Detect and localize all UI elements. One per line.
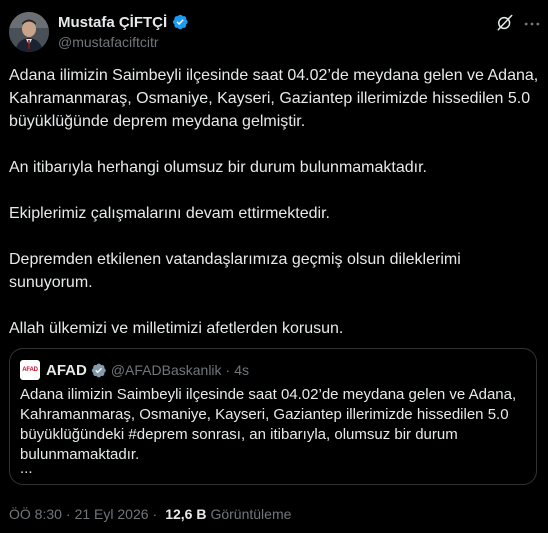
quoted-tweet[interactable]: AFAD AFAD @AFADBaskanlik · 4s Adana ilim… [9, 348, 537, 485]
author-name[interactable]: Mustafa ÇİFTÇİ [58, 14, 167, 31]
views-label: Görüntüleme [210, 506, 292, 522]
quoted-author-name[interactable]: AFAD [46, 362, 87, 379]
author-avatar[interactable] [9, 12, 49, 52]
separator-dot: · [65, 506, 71, 522]
tweet-paragraph: Allah ülkemizi ve milletimizi afetlerden… [9, 320, 344, 337]
views-count: 12,6 B [165, 506, 207, 522]
tweet-meta: ÖÖ 8:30 · 21 Eyl 2026 · 12,6 B Görüntüle… [9, 506, 291, 522]
author-name-row: Mustafa ÇİFTÇİ [58, 13, 189, 31]
tweet-date[interactable]: 21 Eyl 2026 [75, 506, 149, 522]
tweet-text: Adana ilimizin Saimbeyli ilçesinde saat … [9, 64, 539, 363]
quoted-tweet-text: Adana ilimizin Saimbeyli ilçesinde saat … [20, 386, 517, 463]
quoted-avatar-logo: AFAD [22, 367, 38, 373]
author-handle[interactable]: @mustafaciftcitr [58, 34, 159, 50]
quoted-author-handle[interactable]: @AFADBaskanlik [111, 362, 222, 378]
verified-badge-icon [91, 363, 106, 377]
more-options-icon[interactable] [522, 14, 542, 34]
tweet-paragraph: Depremden etkilenen vatandaşlarımıza geç… [9, 251, 461, 291]
avatar-image [9, 12, 49, 52]
verified-badge-icon [173, 14, 188, 30]
separator-dot: · [225, 362, 231, 378]
quoted-tweet-time[interactable]: 4s [234, 362, 249, 378]
separator-dot: · [152, 506, 158, 522]
tweet-paragraph: An itibarıyla herhangi olumsuz bir durum… [9, 159, 427, 176]
tweet-paragraph: Ekiplerimiz çalışmalarını devam ettirmek… [9, 205, 330, 222]
tweet-paragraph: Adana ilimizin Saimbeyli ilçesinde saat … [9, 67, 539, 130]
grok-icon[interactable] [495, 13, 515, 33]
quoted-tweet-header: AFAD AFAD @AFADBaskanlik · 4s [20, 360, 249, 380]
quoted-tweet-ellipsis: ... [20, 460, 33, 477]
tweet-time[interactable]: ÖÖ 8:30 [9, 506, 62, 522]
quoted-author-avatar[interactable]: AFAD [20, 360, 40, 380]
